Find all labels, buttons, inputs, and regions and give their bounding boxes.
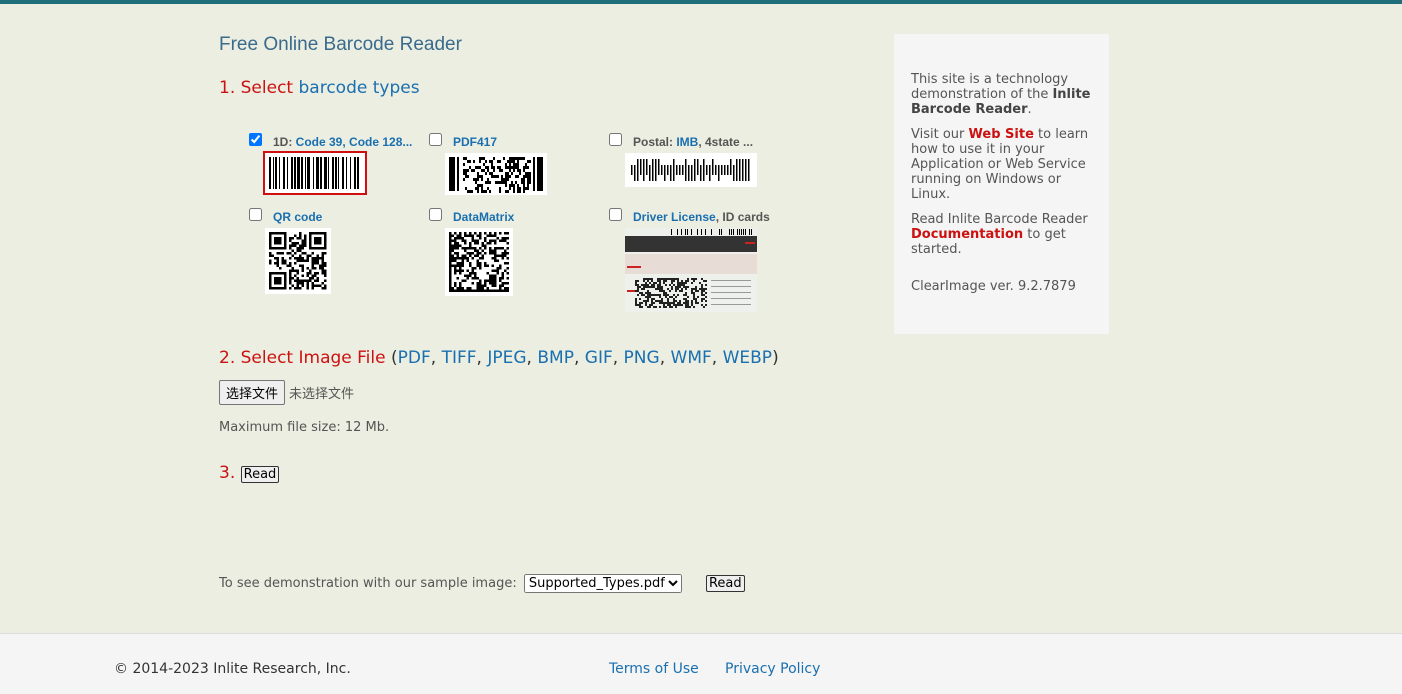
thumb-datamatrix-code[interactable] xyxy=(445,228,513,296)
sample-demo-row: To see demonstration with our sample ima… xyxy=(219,574,745,593)
info-sidebar: This site is a technology demonstration … xyxy=(894,34,1109,334)
footer: © 2014-2023 Inlite Research, Inc. Terms … xyxy=(0,633,1402,694)
step1-heading: 1. Select barcode types xyxy=(219,78,420,98)
copyright: © 2014-2023 Inlite Research, Inc. xyxy=(114,661,351,677)
terms-link[interactable]: Terms of Use xyxy=(609,661,699,677)
step3-heading: 3. Read xyxy=(219,463,280,483)
step2-label: Select Image File xyxy=(240,348,386,368)
file-formats-list: PDF, TIFF, JPEG, BMP, GIF, PNG, WMF, WEB… xyxy=(397,348,773,368)
sidebar-docs: Read Inlite Barcode Reader Documentation… xyxy=(911,212,1088,257)
type-postal-label[interactable]: Postal: IMB, 4state ... xyxy=(633,135,753,149)
type-driver-license-label[interactable]: Driver License, ID cards xyxy=(633,210,770,224)
checkbox-driver-license[interactable] xyxy=(609,208,622,221)
top-accent-bar xyxy=(0,0,1402,4)
format-link-jpeg[interactable]: JPEG xyxy=(487,348,526,368)
step1-number: 1. xyxy=(219,78,236,98)
thumb-postal-barcode[interactable] xyxy=(625,153,757,187)
type-1d-label[interactable]: 1D: Code 39, Code 128... xyxy=(273,135,412,149)
checkbox-pdf417[interactable] xyxy=(429,133,442,146)
documentation-link[interactable]: Documentation xyxy=(911,227,1023,242)
step1-select-label: Select xyxy=(240,78,294,98)
checkbox-qr[interactable] xyxy=(249,208,262,221)
format-link-webp[interactable]: WEBP xyxy=(723,348,772,368)
sidebar-intro: This site is a technology demonstration … xyxy=(911,72,1091,117)
formats-close-paren: ) xyxy=(772,348,779,368)
sidebar-visit: Visit our Web Site to learn how to use i… xyxy=(911,127,1089,202)
version-text: ClearImage ver. 9.2.7879 xyxy=(911,279,1076,294)
thumb-driver-license[interactable] xyxy=(625,228,757,312)
step2-heading: 2. Select Image File (PDF, TIFF, JPEG, B… xyxy=(219,348,779,368)
barcode-type-grid: 1D: Code 39, Code 128... PDF417 Postal: … xyxy=(249,129,809,319)
type-datamatrix-label[interactable]: DataMatrix xyxy=(453,210,514,224)
sample-image-select[interactable]: Supported_Types.pdf xyxy=(523,574,682,593)
sample-read-button[interactable]: Read xyxy=(705,575,745,592)
website-link[interactable]: Web Site xyxy=(969,127,1034,142)
format-link-bmp[interactable]: BMP xyxy=(537,348,574,368)
privacy-link[interactable]: Privacy Policy xyxy=(725,661,820,677)
format-link-gif[interactable]: GIF xyxy=(585,348,613,368)
barcode-types-link[interactable]: barcode types xyxy=(299,78,420,98)
page-title: Free Online Barcode Reader xyxy=(219,34,462,55)
type-qr-label[interactable]: QR code xyxy=(273,210,322,224)
format-link-tiff[interactable]: TIFF xyxy=(442,348,477,368)
thumb-qr-code[interactable] xyxy=(265,228,331,294)
format-link-wmf[interactable]: WMF xyxy=(671,348,712,368)
read-button[interactable]: Read xyxy=(240,466,280,483)
formats-open-paren: ( xyxy=(391,348,398,368)
no-file-label: 未选择文件 xyxy=(289,387,355,402)
thumb-pdf417-barcode[interactable] xyxy=(445,153,547,195)
step3-number: 3. xyxy=(219,463,236,483)
file-picker: 选择文件 未选择文件 xyxy=(219,380,354,405)
format-link-pdf[interactable]: PDF xyxy=(398,348,431,368)
format-link-png[interactable]: PNG xyxy=(624,348,660,368)
type-pdf417-label[interactable]: PDF417 xyxy=(453,135,497,149)
step2-number: 2. xyxy=(219,348,236,368)
checkbox-1d[interactable] xyxy=(249,133,262,146)
checkbox-datamatrix[interactable] xyxy=(429,208,442,221)
thumb-1d-barcode[interactable] xyxy=(263,151,367,195)
sample-demo-text: To see demonstration with our sample ima… xyxy=(219,576,517,591)
checkbox-postal[interactable] xyxy=(609,133,622,146)
max-file-size: Maximum file size: 12 Mb. xyxy=(219,420,390,435)
choose-file-button[interactable]: 选择文件 xyxy=(219,380,286,405)
